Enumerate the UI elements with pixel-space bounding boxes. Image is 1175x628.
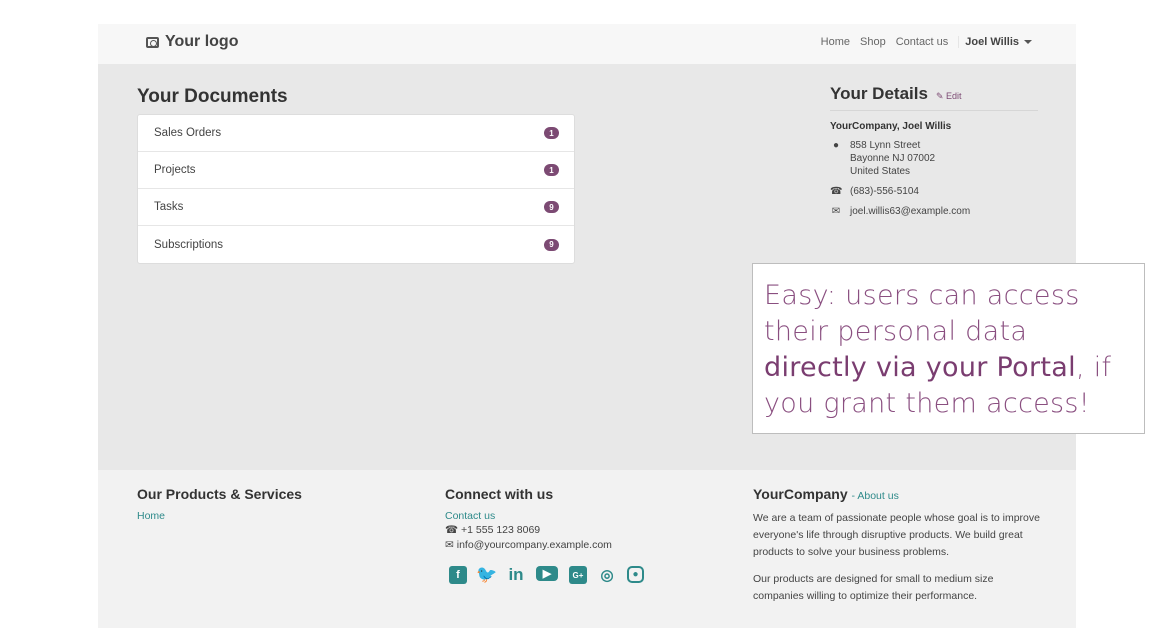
doc-item-label: Subscriptions [154, 238, 224, 251]
details-phone: ☎ (683)-556-5104 [830, 185, 1038, 198]
footer-connect-title: Connect with us [445, 486, 554, 502]
doc-item-projects[interactable]: Projects 1 [138, 152, 574, 189]
about-us-link[interactable]: - About us [852, 490, 899, 502]
details-heading: Your Details ✎ Edit [830, 84, 1038, 111]
footer-company-heading: YourCompany - About us [753, 486, 1043, 502]
doc-item-label: Projects [154, 164, 196, 176]
instagram-icon[interactable]: ● [627, 566, 644, 583]
about-us-label: About us [857, 490, 899, 502]
caret-down-icon [1024, 40, 1032, 44]
footer-connect: Connect with us Contact us ☎ +1 555 123 … [445, 486, 705, 584]
footer-products: Our Products & Services Home [137, 486, 397, 522]
about-text: We are a team of passionate people whose… [753, 512, 1040, 558]
phone-value: (683)-556-5104 [850, 186, 919, 197]
nav-shop-link[interactable]: Shop [860, 36, 886, 48]
footer-contact-link[interactable]: Contact us [445, 510, 705, 522]
youtube-icon[interactable]: ▶ [536, 566, 558, 581]
logo-text: Your logo [165, 33, 239, 50]
edit-details-link[interactable]: ✎ Edit [936, 91, 962, 102]
nav-contact-link[interactable]: Contact us [896, 36, 949, 48]
address-line: United States [850, 166, 911, 177]
envelope-icon: ✉ [831, 206, 841, 217]
callout-annotation: Easy: users can access their personal da… [752, 263, 1145, 434]
footer-company: YourCompany - About us We are a team of … [753, 486, 1043, 605]
count-badge: 1 [544, 164, 559, 176]
about-text-2: Our products are designed for small to m… [753, 573, 994, 602]
camera-icon [146, 36, 159, 48]
nav-home-link[interactable]: Home [821, 36, 850, 48]
site-footer: Our Products & Services Home Connect wit… [98, 470, 1076, 628]
doc-item-sales-orders[interactable]: Sales Orders 1 [138, 115, 574, 152]
documents-title: Your Documents [137, 86, 288, 107]
email-value: joel.willis63@example.com [850, 206, 971, 217]
user-name: Joel Willis [965, 36, 1019, 48]
footer-phone: ☎ +1 555 123 8069 [445, 522, 705, 539]
doc-item-subscriptions[interactable]: Subscriptions 9 [138, 226, 574, 263]
doc-item-label: Sales Orders [154, 127, 222, 139]
footer-home-link[interactable]: Home [137, 510, 397, 522]
address-line: 858 Lynn Street [850, 140, 921, 151]
edit-label: Edit [945, 91, 962, 101]
footer-company-title: YourCompany [753, 486, 848, 502]
details-address: ● 858 Lynn Street Bayonne NJ 07002 Unite… [830, 139, 1038, 178]
main-menu: Home Shop Contact us Joel Willis [821, 36, 1032, 48]
envelope-icon: ✉ [445, 539, 454, 551]
count-badge: 9 [544, 238, 559, 251]
top-navbar: Your logo Home Shop Contact us Joel Will… [98, 24, 1076, 64]
map-marker-icon: ● [832, 140, 840, 151]
social-links: f 🐦 in ▶ G+ ◎ ● [449, 565, 705, 584]
github-icon[interactable]: ◎ [598, 566, 616, 584]
portal-page: Your logo Home Shop Contact us Joel Will… [0, 0, 1175, 628]
address-block: 858 Lynn Street Bayonne NJ 07002 United … [850, 139, 935, 178]
doc-item-label: Tasks [154, 201, 184, 213]
linkedin-icon[interactable]: in [507, 565, 525, 584]
callout-emphasis: directly via your Portal [764, 352, 1076, 383]
phone-icon: ☎ [445, 524, 459, 536]
documents-list: Sales Orders 1 Projects 1 Tasks 9 Subscr… [137, 114, 575, 264]
google-plus-icon[interactable]: G+ [569, 566, 587, 584]
details-title: Your Details [830, 84, 928, 103]
facebook-icon[interactable]: f [449, 566, 467, 584]
count-badge: 1 [544, 127, 559, 139]
footer-email: ✉ info@yourcompany.example.com [445, 539, 705, 552]
details-email: ✉ joel.willis63@example.com [830, 205, 1038, 218]
your-details-panel: Your Details ✎ Edit YourCompany, Joel Wi… [830, 84, 1038, 218]
phone-icon: ☎ [830, 186, 843, 197]
doc-item-tasks[interactable]: Tasks 9 [138, 189, 574, 226]
site-logo[interactable]: Your logo [146, 33, 238, 51]
footer-phone-value: +1 555 123 8069 [461, 524, 541, 536]
twitter-icon[interactable]: 🐦 [476, 565, 497, 584]
details-company: YourCompany, Joel Willis [830, 121, 952, 132]
footer-products-title: Our Products & Services [137, 486, 302, 502]
count-badge: 9 [544, 201, 559, 213]
user-menu[interactable]: Joel Willis [958, 36, 1032, 48]
footer-email-value[interactable]: info@yourcompany.example.com [457, 539, 612, 551]
address-line: Bayonne NJ 07002 [850, 153, 936, 164]
callout-text: Easy: users can access their personal da… [764, 280, 1080, 347]
